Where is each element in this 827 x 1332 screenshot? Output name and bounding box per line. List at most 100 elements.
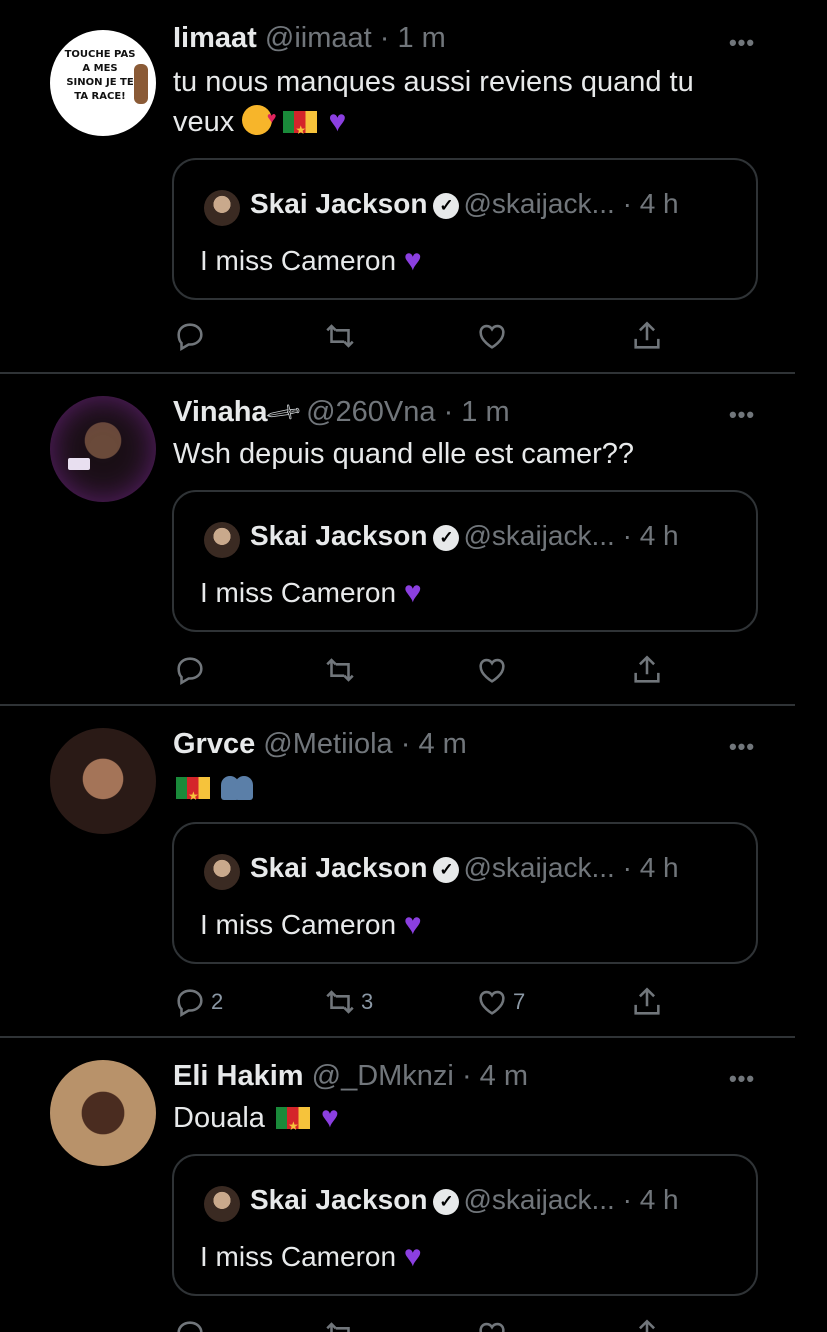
purple-heart-icon: ♥ [328,105,347,138]
tweet-text: Douala ♥ [173,1098,753,1146]
share-icon [634,655,660,683]
verified-icon: ✓ [433,525,460,551]
quoted-text: I miss Cameron ♥ [200,244,422,278]
quoted-text: I miss Cameron ♥ [200,576,422,610]
quoted-tweet[interactable]: Skai Jackson ✓ @skaijack... · 4 h I miss C… [172,822,758,964]
quoted-avatar [204,854,240,890]
reply-button[interactable] [173,1314,207,1332]
knife-emoji-icon: 🗡 [262,393,304,434]
tweet-actions [163,316,683,356]
more-icon[interactable]: ••• [722,734,762,760]
verified-icon: ✓ [433,193,460,219]
quoted-avatar [204,1186,240,1222]
quoted-time: · 4 h [622,188,679,219]
cameroon-flag-icon [275,1106,310,1146]
reply-icon [177,323,203,352]
tweet-2[interactable]: Vinaha🗡 @260Vna · 1 m ••• Wsh depuis qua… [0,374,827,704]
retweet-button[interactable]: 3 [323,982,373,1022]
quoted-avatar [204,190,240,226]
retweet-button[interactable] [323,650,361,690]
share-button[interactable] [630,1314,664,1332]
like-icon [479,658,505,683]
tweet-3[interactable]: Grvce @Metiiola · 4 m ••• Skai Jackson✓@… [0,706,827,1036]
user-handle[interactable]: @_DMknzi [312,1060,454,1092]
tweet-actions [163,1314,683,1332]
tweet-actions [163,650,683,690]
like-button[interactable] [475,650,513,690]
quoted-handle: @skaijack... [463,520,615,551]
user-handle[interactable]: @260Vna [306,396,435,428]
reply-icon [177,657,203,686]
cameroon-flag-icon [176,776,210,816]
tweet-time[interactable]: · 4 m [401,728,467,760]
quoted-name: Skai Jackson [250,852,428,883]
user-handle[interactable]: @iimaat [265,22,372,54]
tweet-time[interactable]: · 4 m [462,1060,528,1092]
reply-button[interactable] [173,316,211,356]
tweet-time[interactable]: · 1 m [380,22,446,54]
verified-icon: ✓ [433,1189,460,1215]
like-icon [479,324,505,349]
purple-heart-icon: ♥ [403,576,422,609]
busts-emoji-icon [221,774,259,800]
quoted-tweet[interactable]: Skai Jackson ✓ @skaijack... · 4 h I miss C… [172,1154,758,1296]
kissing-face-emoji-icon [242,99,276,139]
display-name[interactable]: Eli Hakim [173,1060,304,1092]
quoted-text-content: I miss Cameron [200,909,397,940]
quoted-tweet[interactable]: Skai Jackson ✓ @skaijack... · 4 h I miss C… [172,490,758,632]
quoted-text-content: I miss Cameron [200,577,397,608]
verified-icon: ✓ [433,857,460,883]
purple-heart-icon: ♥ [403,244,422,277]
like-button[interactable] [475,1314,509,1332]
tweet-header: Vinaha🗡 @260Vna · 1 m [173,394,510,434]
avatar[interactable]: TOUCHE PAS A MES SINON JE TE TA RACE! [50,30,156,136]
reply-icon [177,1321,203,1332]
share-button[interactable] [630,650,664,690]
quoted-header: Skai Jackson ✓ @skaijack... · 4 h [250,520,679,552]
tweet-header: Iimaat @iimaat · 1 m [173,22,446,55]
reply-button[interactable]: 2 [173,982,223,1022]
tweet-text-content: Douala [173,1102,265,1134]
more-icon[interactable]: ••• [722,30,762,56]
quoted-handle: @skaijack... [463,188,615,219]
tweet-time[interactable]: · 1 m [444,396,510,428]
purple-heart-icon: ♥ [403,1240,422,1273]
share-button[interactable] [630,316,664,356]
tweet-1[interactable]: TOUCHE PAS A MES SINON JE TE TA RACE! Ii… [0,0,827,372]
quoted-handle: @skaijack... [463,852,615,883]
avatar[interactable] [50,728,156,834]
quoted-text: I miss Cameron ♥ [200,1240,422,1274]
timeline-feed: TOUCHE PAS A MES SINON JE TE TA RACE! Ii… [0,0,827,1332]
more-icon[interactable]: ••• [722,1066,762,1092]
reply-button[interactable] [173,650,211,690]
avatar[interactable] [50,396,156,502]
retweet-button[interactable] [323,316,361,356]
reply-count: 2 [211,989,224,1014]
tweet-actions: 2 3 7 [163,982,683,1022]
display-name[interactable]: Grvce [173,728,255,760]
display-name[interactable]: Iimaat [173,22,257,54]
retweet-icon [326,324,354,348]
retweet-count: 3 [361,989,374,1014]
quoted-time: · 4 h [622,520,679,551]
display-name[interactable]: Vinaha [173,396,268,428]
avatar-sticker [68,458,90,470]
like-button[interactable] [475,316,513,356]
tweet-text: Wsh depuis quand elle est camer?? [173,438,635,470]
share-button[interactable] [630,982,664,1022]
user-handle[interactable]: @Metiiola [263,728,392,760]
like-button[interactable]: 7 [475,982,525,1022]
quoted-tweet[interactable]: Skai Jackson ✓ @skaijack... · 4 h I miss C… [172,158,758,300]
tweet-text: tu nous manques aussi reviens quand tu v… [173,62,753,150]
retweet-button[interactable] [323,1314,357,1332]
tweet-4[interactable]: Eli Hakim @_DMknzi · 4 m ••• Douala ♥ Sk… [0,1038,827,1332]
tweet-header: Eli Hakim @_DMknzi · 4 m [173,1060,528,1093]
quoted-text-content: I miss Cameron [200,1241,397,1272]
quoted-text-content: I miss Cameron [200,245,397,276]
more-icon[interactable]: ••• [722,402,762,428]
tweet-text-word: veux [173,106,235,138]
purple-heart-icon: ♥ [403,908,422,941]
quoted-header: Skai Jackson ✓ @skaijack... · 4 h [250,188,679,220]
like-count: 7 [513,989,526,1014]
avatar[interactable] [50,1060,156,1166]
